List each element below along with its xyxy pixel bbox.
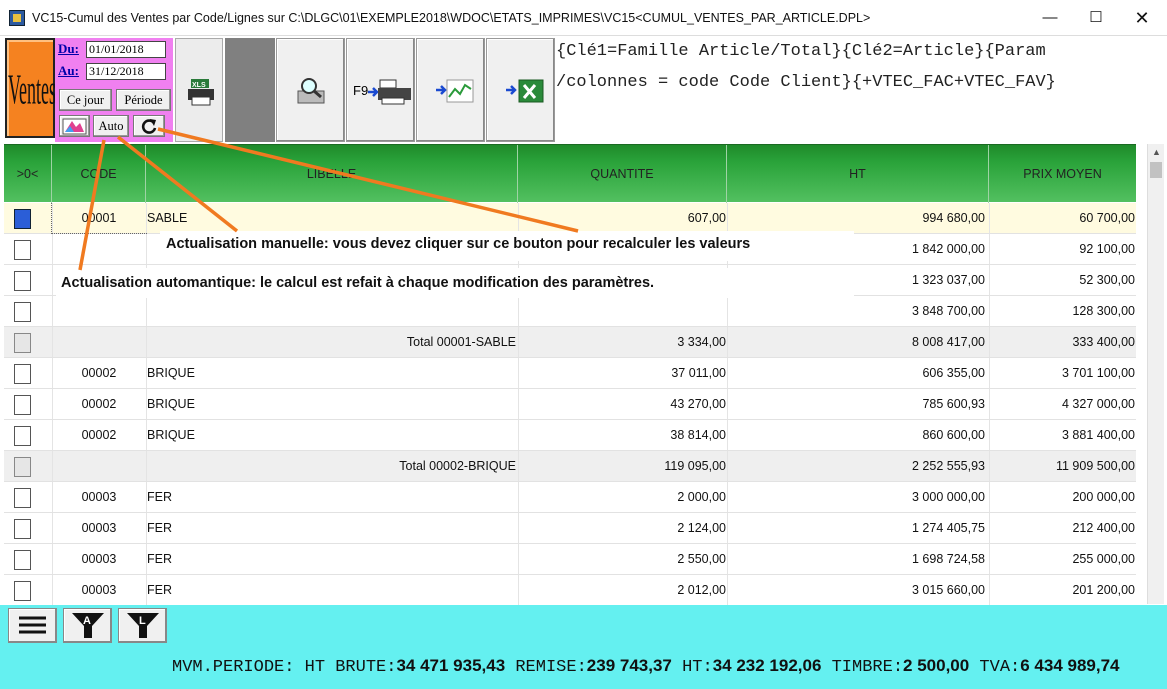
- svg-text:A: A: [83, 615, 91, 627]
- svg-text:L: L: [139, 615, 146, 627]
- status-timbre: 2 500,00: [903, 656, 970, 675]
- status-tva-label: TVA:: [969, 658, 1021, 677]
- status-line: MVM.PERIODE: HT BRUTE:34 471 935,43 REMI…: [172, 656, 1120, 677]
- status-remise: 239 743,37: [586, 656, 672, 675]
- status-prefix: MVM.PERIODE: HT BRUTE:: [172, 658, 397, 677]
- status-ht: 34 232 192,06: [712, 656, 822, 675]
- hamburger-icon: [19, 616, 46, 634]
- filter-l-button[interactable]: L: [118, 608, 167, 643]
- menu-button[interactable]: [8, 608, 57, 643]
- application-window: VC15-Cumul des Ventes par Code/Lignes su…: [0, 0, 1167, 689]
- status-tva: 6 434 989,74: [1020, 656, 1120, 675]
- filter-a-icon: A: [72, 613, 104, 638]
- annotation-arrows: [78, 127, 579, 271]
- filter-a-button[interactable]: A: [63, 608, 112, 643]
- status-timbre-label: TIMBRE:: [821, 658, 904, 677]
- filter-l-icon: L: [127, 613, 159, 638]
- status-remise-label: REMISE:: [505, 658, 587, 677]
- status-ht-label: HT:: [671, 658, 713, 677]
- arrow-auto-to-manual-text: [116, 135, 239, 233]
- status-ht-brute: 34 471 935,43: [396, 656, 506, 675]
- arrow-refresh-to-manual-text: [157, 127, 579, 233]
- arrow-auto-to-auto-text: [78, 139, 106, 271]
